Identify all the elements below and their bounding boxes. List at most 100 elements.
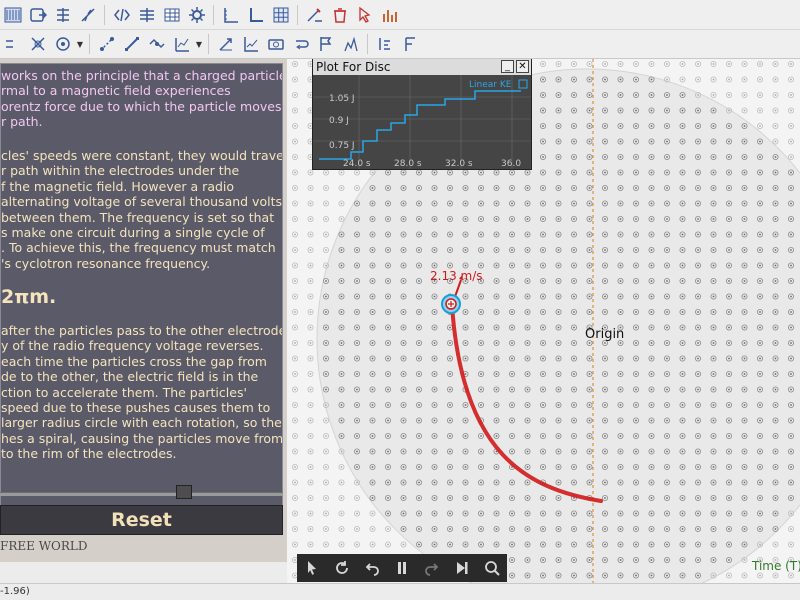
field-dot-center — [697, 481, 699, 484]
plot-legend: Linear KE — [469, 80, 512, 90]
field-dot-center — [681, 342, 684, 344]
field-dot-center — [790, 202, 792, 205]
field-dot-center — [619, 388, 622, 391]
record-tool-icon[interactable] — [313, 32, 338, 56]
zoom-button[interactable] — [477, 555, 507, 581]
undo-button[interactable] — [357, 555, 387, 581]
field-dot-center — [557, 543, 560, 546]
delete-tool-icon[interactable] — [327, 3, 352, 27]
axis-tool-icon[interactable] — [218, 3, 243, 27]
close-button[interactable]: ✕ — [516, 60, 529, 73]
field-dot-center — [697, 109, 699, 112]
table-tool-icon[interactable] — [159, 3, 184, 27]
field-dot-center — [449, 419, 451, 422]
target-dropdown-chevron-icon[interactable]: ▼ — [75, 32, 85, 56]
plot-window[interactable]: Plot For Disc _ ✕ 1.05 J 0.9 J 0.75 J 24… — [312, 59, 532, 170]
settings-tool-icon[interactable] — [184, 3, 209, 27]
field-dot-center — [480, 528, 482, 530]
data-tool-icon[interactable] — [134, 3, 159, 27]
step-tool-icon[interactable] — [372, 32, 397, 56]
shape-tool-icon[interactable] — [25, 32, 50, 56]
field-dot-center — [604, 280, 606, 282]
field-dot-center — [433, 218, 436, 220]
camera-tool-icon[interactable] — [263, 32, 288, 56]
body-export-icon[interactable] — [25, 3, 50, 27]
line-tool-icon[interactable] — [119, 32, 144, 56]
description-text-area[interactable]: works on the principle that a charged pa… — [0, 63, 283, 525]
field-dot-center — [790, 388, 792, 391]
field-dot-center — [511, 435, 513, 437]
ruler-tool-icon[interactable] — [302, 3, 327, 27]
loop-tool-icon[interactable] — [288, 32, 313, 56]
field-dot-center — [511, 295, 513, 298]
field-dot-center — [743, 528, 746, 530]
field-dot-center — [774, 311, 777, 313]
field-dot-center — [557, 109, 560, 112]
field-dot-center — [418, 388, 420, 391]
plot-view-icon[interactable] — [169, 32, 194, 56]
field-dot-center — [697, 171, 699, 174]
plot-dropdown-chevron-icon[interactable]: ▼ — [194, 32, 204, 56]
field-dot-center — [588, 218, 591, 220]
field-dot-center — [526, 326, 529, 329]
plot-titlebar[interactable]: Plot For Disc _ ✕ — [313, 59, 531, 75]
path-tool-icon[interactable] — [144, 32, 169, 56]
body-add-icon[interactable] — [50, 3, 75, 27]
field-dot-center — [480, 497, 482, 499]
select-pointer-button[interactable] — [297, 555, 327, 581]
pointer-tool-icon[interactable] — [352, 3, 377, 27]
field-dot-center — [650, 497, 653, 499]
trace-tool-icon[interactable] — [338, 32, 363, 56]
pause-button[interactable] — [387, 555, 417, 581]
target-tool-icon[interactable] — [50, 32, 75, 56]
redo-button[interactable] — [417, 555, 447, 581]
field-dot-center — [356, 419, 358, 422]
field-dot-center — [418, 404, 420, 406]
field-dot-center — [464, 543, 467, 546]
field-dot-center — [464, 481, 467, 484]
field-dot-center — [635, 280, 637, 282]
vector-tool-icon[interactable] — [213, 32, 238, 56]
field-dot-center — [557, 466, 560, 468]
chart-tool-icon[interactable] — [377, 3, 402, 27]
field-dot-center — [728, 450, 730, 453]
field-dot-center — [619, 171, 622, 174]
slider-thumb[interactable] — [176, 485, 192, 499]
field-dot-center — [480, 187, 482, 189]
field-dot-center — [325, 481, 327, 484]
field-dot-center — [774, 574, 777, 577]
format-tool-icon[interactable] — [397, 32, 422, 56]
grid-tool-icon[interactable] — [268, 3, 293, 27]
field-dot-center — [449, 512, 451, 515]
field-dot-center — [340, 497, 343, 499]
acceleration-paragraph: after the particles pass to the other el… — [1, 323, 282, 462]
field-dot-center — [604, 295, 606, 298]
link-tool-icon[interactable] — [0, 32, 25, 56]
field-dot-center — [743, 574, 746, 577]
step-forward-button[interactable] — [447, 555, 477, 581]
field-dot-center — [433, 388, 436, 391]
field-dot-center — [449, 466, 451, 468]
origin-tool-icon[interactable] — [243, 3, 268, 27]
code-tool-icon[interactable] — [109, 3, 134, 27]
field-dot-center — [697, 419, 699, 422]
field-dot-center — [464, 357, 467, 360]
field-dot-center — [743, 404, 746, 406]
text-scroll-slider[interactable] — [0, 492, 283, 496]
scale-tool-icon[interactable] — [75, 3, 100, 27]
field-dot-center — [790, 574, 792, 577]
graph-view-icon[interactable] — [238, 32, 263, 56]
simulation-canvas[interactable]: 2.13 m/s Origin Plot For Disc _ ✕ 1.05 J… — [287, 59, 800, 583]
graph-tool-icon[interactable] — [0, 3, 25, 27]
reset-rotate-button[interactable] — [327, 555, 357, 581]
field-dot-center — [573, 63, 575, 65]
reset-button[interactable]: Reset — [0, 505, 283, 535]
field-dot-center — [309, 326, 312, 329]
field-dot-center — [542, 140, 544, 143]
field-dot-center — [433, 264, 436, 267]
field-dot-center — [666, 543, 668, 546]
field-dot-center — [712, 295, 715, 298]
minimize-button[interactable]: _ — [501, 60, 514, 73]
node-tool-icon[interactable] — [94, 32, 119, 56]
field-dot-center — [697, 249, 699, 251]
